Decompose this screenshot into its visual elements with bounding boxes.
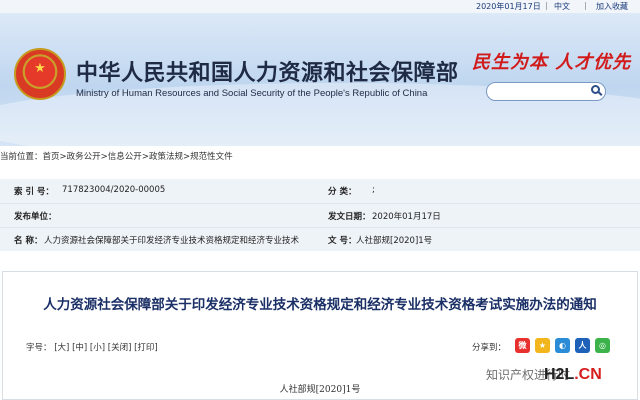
ministry-title-en: Ministry of Human Resources and Social S…: [76, 88, 428, 99]
name-label: 名 称：: [14, 236, 43, 246]
font-size-label: 字号：: [26, 343, 52, 353]
weibo-icon[interactable]: 微: [515, 338, 530, 353]
watermark-logo-tail: .CN: [574, 366, 602, 383]
national-emblem-icon: ★: [14, 48, 66, 100]
breadcrumb-prefix: 当前位置：: [0, 152, 43, 162]
document-meta-table: 索 引 号： 717823004/2020-00005 分 类： ; 发布单位：…: [0, 179, 640, 251]
breadcrumb-sep: >: [182, 152, 191, 162]
top-separator: |: [545, 1, 548, 10]
qzone-icon[interactable]: ★: [535, 338, 550, 353]
close-button[interactable]: [关闭]: [108, 343, 132, 353]
top-bar: 2020年01月17日 | 中文 | 加入收藏: [0, 0, 640, 13]
font-large-button[interactable]: [大]: [54, 343, 69, 353]
breadcrumb-info[interactable]: 信息公开: [108, 152, 142, 162]
article-title: 人力资源社会保障部关于印发经济专业技术资格规定和经济专业技术资格考试实施办法的通…: [43, 297, 597, 313]
ministry-title-cn: 中华人民共和国人力资源和社会保障部: [76, 60, 459, 86]
breadcrumb-sep: >: [141, 152, 149, 162]
doc-number-label: 文 号：: [328, 236, 357, 246]
tencent-weibo-icon[interactable]: ◐: [555, 338, 570, 353]
top-separator: |: [584, 1, 587, 10]
meta-row: 索 引 号： 717823004/2020-00005 分 类： ;: [0, 179, 640, 203]
breadcrumb-policy[interactable]: 政策法规: [149, 152, 183, 162]
breadcrumb-sep: >: [59, 152, 67, 162]
breadcrumb-gov-affairs[interactable]: 政务公开: [67, 152, 101, 162]
issue-date-label: 发文日期：: [328, 212, 371, 222]
index-value: 717823004/2020-00005: [62, 185, 166, 195]
top-date: 2020年01月17日: [476, 2, 541, 11]
renren-icon[interactable]: 人: [575, 338, 590, 353]
search-icon[interactable]: [591, 85, 600, 94]
category-value: ;: [372, 185, 375, 195]
doc-number-value: 人社部规[2020]1号: [356, 236, 433, 246]
font-medium-button[interactable]: [中]: [72, 343, 87, 353]
share-label: 分享到：: [472, 343, 507, 353]
print-button[interactable]: [打印]: [134, 343, 158, 353]
meta-row: 名 称： 人力资源社会保障部关于印发经济专业技术资格规定和经济专业技术 文 号：…: [0, 227, 640, 252]
breadcrumb-normative-docs[interactable]: 规范性文件: [190, 152, 233, 162]
wechat-icon[interactable]: ◎: [595, 338, 610, 353]
name-value: 人力资源社会保障部关于印发经济专业技术资格规定和经济专业技术: [44, 236, 300, 246]
watermark-logo-main: H2L: [544, 366, 575, 383]
index-label: 索 引 号：: [14, 187, 54, 197]
search-input[interactable]: [486, 82, 606, 101]
breadcrumb: 当前位置：首页>政务公开>信息公开>政策法规>规范性文件: [0, 150, 233, 162]
font-size-controls: 字号： [大] [中] [小] [关闭] [打印]: [26, 341, 158, 353]
category-label: 分 类：: [328, 187, 357, 197]
breadcrumb-home[interactable]: 首页: [43, 152, 60, 162]
header-slogan: 民生为本 人才优先: [472, 52, 632, 73]
language-link[interactable]: 中文: [554, 1, 570, 12]
issue-date-value: 2020年01月17日: [372, 212, 441, 222]
add-favorite-link[interactable]: 加入收藏: [596, 1, 628, 12]
breadcrumb-sep: >: [100, 152, 108, 162]
watermark-logo: H2L.CN: [544, 366, 602, 384]
meta-row: 发布单位： 发文日期： 2020年01月17日: [0, 203, 640, 228]
issuer-label: 发布单位：: [14, 212, 57, 222]
font-small-button[interactable]: [小]: [90, 343, 105, 353]
